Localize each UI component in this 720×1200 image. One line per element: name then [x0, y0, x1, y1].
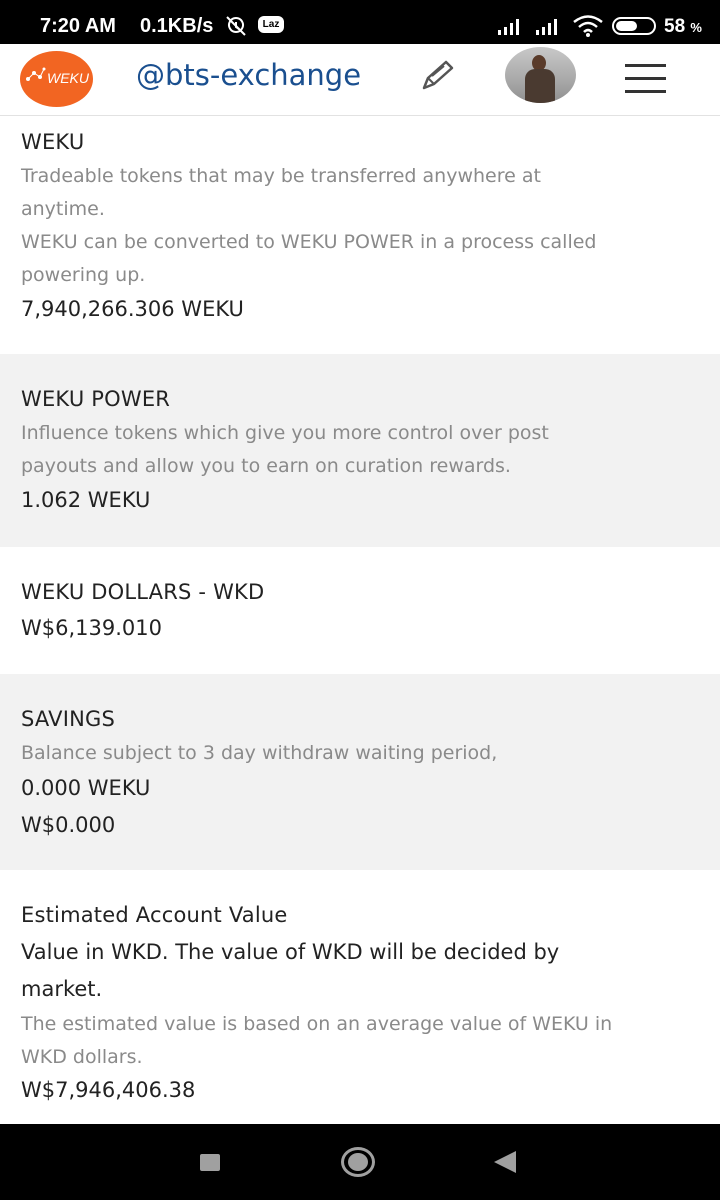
- weku-power-balance[interactable]: 1.062 WEKU: [21, 488, 150, 512]
- hamburger-menu-icon[interactable]: [625, 64, 666, 103]
- nav-back-icon[interactable]: [494, 1151, 516, 1173]
- savings-description: Balance subject to 3 day withdraw waitin…: [21, 737, 701, 770]
- status-net-speed: 0.1KB/s: [140, 15, 214, 37]
- estimated-value-section: Estimated Account Value Value in WKD. Th…: [0, 870, 720, 1124]
- estimated-value-description: The estimated value is based on an avera…: [21, 1008, 701, 1074]
- estimated-value-desc-line: The estimated value is based on an avera…: [21, 1013, 613, 1035]
- weku-desc-line: Tradeable tokens that may be transferred…: [21, 165, 541, 187]
- savings-title: SAVINGS: [21, 707, 116, 731]
- signal-icon: [536, 19, 557, 35]
- weku-balance[interactable]: 7,940,266.306 WEKU: [21, 297, 244, 321]
- system-navigation-bar: [0, 1124, 720, 1200]
- weku-description: Tradeable tokens that may be transferred…: [21, 160, 701, 292]
- signal-icon: [498, 19, 519, 35]
- wifi-icon: [573, 15, 603, 37]
- alarm-off-icon: [226, 16, 246, 36]
- weku-desc-line: powering up.: [21, 264, 146, 286]
- weku-power-title: WEKU POWER: [21, 387, 171, 411]
- savings-desc-line: Balance subject to 3 day withdraw waitin…: [21, 742, 498, 764]
- savings-section: SAVINGS Balance subject to 3 day withdra…: [0, 674, 720, 870]
- logo-network-icon: [26, 67, 46, 81]
- battery-fill: [616, 21, 637, 31]
- estimated-value-note: Value in WKD. The value of WKD will be d…: [21, 934, 701, 1008]
- estimated-value-desc-line: WKD dollars.: [21, 1046, 143, 1068]
- weku-dollars-title: WEKU DOLLARS - WKD: [21, 580, 265, 604]
- savings-wkd-balance[interactable]: W$0.000: [21, 813, 115, 837]
- weku-desc-line: anytime.: [21, 198, 105, 220]
- logo-text: WEKU: [47, 70, 89, 86]
- battery-unit: %: [690, 20, 702, 35]
- app-notification-icon: Laz: [258, 16, 284, 33]
- weku-section: WEKU Tradeable tokens that may be transf…: [0, 116, 720, 354]
- estimated-value-note-line: market.: [21, 977, 103, 1001]
- estimated-value-amount: W$7,946,406.38: [21, 1078, 196, 1102]
- weku-power-description: Influence tokens which give you more con…: [21, 417, 701, 483]
- weku-dollars-section: WEKU DOLLARS - WKD W$6,139.010: [0, 547, 720, 674]
- weku-power-desc-line: payouts and allow you to earn on curatio…: [21, 455, 511, 477]
- weku-power-desc-line: Influence tokens which give you more con…: [21, 422, 549, 444]
- weku-title: WEKU: [21, 130, 85, 154]
- savings-weku-balance[interactable]: 0.000 WEKU: [21, 776, 150, 800]
- battery-icon: [612, 17, 656, 35]
- avatar-body: [525, 69, 555, 103]
- nav-recents-icon[interactable]: [200, 1154, 220, 1171]
- weku-logo[interactable]: WEKU: [20, 51, 93, 107]
- avatar[interactable]: [505, 47, 576, 103]
- estimated-value-note-line: Value in WKD. The value of WKD will be d…: [21, 940, 560, 964]
- weku-desc-line: WEKU can be converted to WEKU POWER in a…: [21, 231, 597, 253]
- battery-value: 58: [664, 16, 686, 37]
- estimated-value-title: Estimated Account Value: [21, 903, 288, 927]
- status-time: 7:20 AM: [40, 15, 116, 37]
- status-bar: 7:20 AM 0.1KB/s Laz 58 %: [0, 0, 720, 44]
- account-username[interactable]: @bts-exchange: [136, 58, 361, 92]
- nav-home-icon[interactable]: [341, 1147, 375, 1177]
- app-header: WEKU @bts-exchange: [0, 44, 720, 116]
- weku-dollars-balance[interactable]: W$6,139.010: [21, 616, 162, 640]
- weku-power-section: WEKU POWER Influence tokens which give y…: [0, 354, 720, 547]
- edit-pen-icon[interactable]: [418, 56, 458, 96]
- battery-percentage: 58 %: [664, 16, 702, 38]
